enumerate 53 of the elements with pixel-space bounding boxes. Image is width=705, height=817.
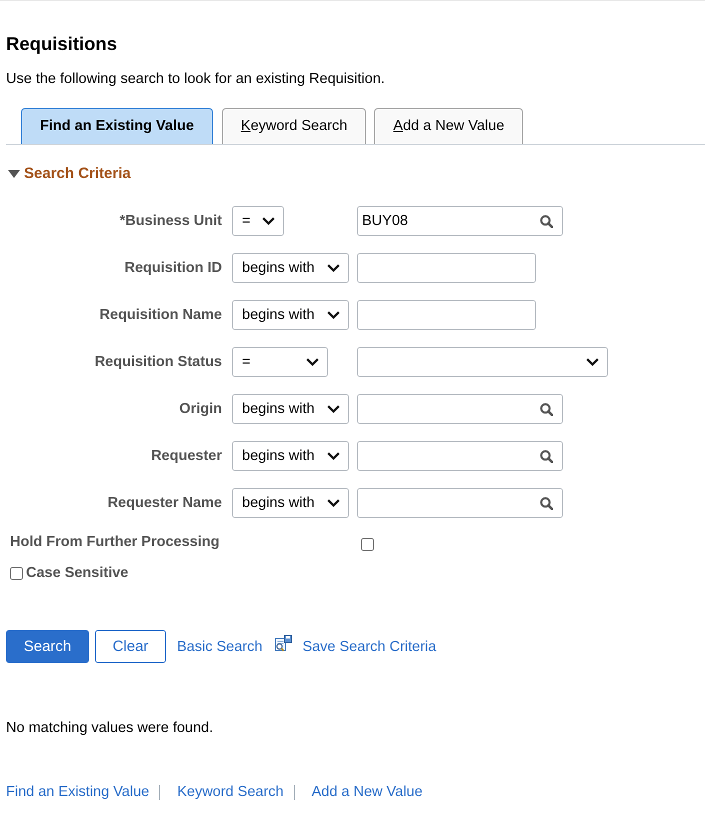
operator-select[interactable]: begins with (232, 441, 349, 471)
field-label: Requisition Status (94, 354, 222, 370)
triangle-down-icon (8, 170, 20, 178)
chevron-down-icon (326, 499, 340, 507)
tab[interactable]: Find an Existing Value (21, 108, 213, 144)
chevron-down-icon (586, 358, 599, 366)
chevron-down-icon (262, 217, 276, 225)
text-field[interactable] (357, 300, 536, 330)
lookup-field[interactable]: BUY08 (357, 206, 563, 236)
operator-select[interactable]: begins with (232, 394, 349, 424)
text-link[interactable]: Basic Search (177, 638, 262, 654)
chevron-down-icon (326, 264, 340, 272)
checkbox-label: Hold From Further Processing (9, 534, 220, 550)
footer-link[interactable]: Find an Existing Value (6, 783, 150, 801)
field-label: Requester Name (106, 495, 222, 511)
outline-button[interactable]: Clear (95, 630, 166, 663)
section-toggle[interactable]: Search Criteria (6, 164, 131, 184)
operator-select[interactable]: begins with (232, 488, 349, 518)
checkbox[interactable] (361, 538, 374, 550)
checkbox[interactable] (10, 566, 23, 580)
document-search-icon[interactable] (275, 634, 292, 652)
chevron-down-icon (326, 311, 340, 319)
status-message: No matching values were found. (6, 719, 214, 737)
field-label: Requisition Name (98, 307, 222, 323)
primary-button[interactable]: Search (6, 630, 89, 663)
tab[interactable]: Keyword Search (222, 108, 366, 144)
operator-select[interactable]: begins with (232, 253, 349, 283)
footer-link[interactable]: Keyword Search (177, 783, 284, 801)
tab[interactable]: Add a New Value (374, 108, 524, 144)
instruction-text: Use the following search to look for an existing Requisition. (6, 70, 385, 88)
operator-select[interactable]: begins with (232, 300, 349, 330)
field-label: Requester (150, 448, 222, 464)
field-label: Origin (178, 401, 222, 417)
search-icon[interactable] (540, 214, 553, 228)
search-icon[interactable] (540, 496, 553, 510)
operator-select[interactable]: = (232, 206, 284, 236)
operator-select[interactable]: = (232, 347, 328, 377)
field-label: Requisition ID (124, 260, 222, 276)
page-title: Requisitions (6, 32, 118, 56)
footer-link[interactable]: Add a New Value (312, 783, 423, 801)
dropdown-field[interactable] (357, 347, 608, 377)
checkbox-label: Case Sensitive (26, 565, 128, 581)
chevron-down-icon (326, 452, 340, 460)
text-field[interactable] (357, 253, 536, 283)
lookup-field[interactable] (357, 441, 563, 471)
chevron-down-icon (306, 358, 319, 366)
chevron-down-icon (326, 405, 340, 413)
search-icon[interactable] (540, 450, 553, 462)
field-label: *Business Unit (118, 213, 222, 229)
lookup-field[interactable] (357, 488, 563, 518)
text-link[interactable]: Save Search Criteria (302, 638, 436, 654)
lookup-field[interactable] (357, 394, 563, 424)
search-icon[interactable] (540, 402, 553, 416)
